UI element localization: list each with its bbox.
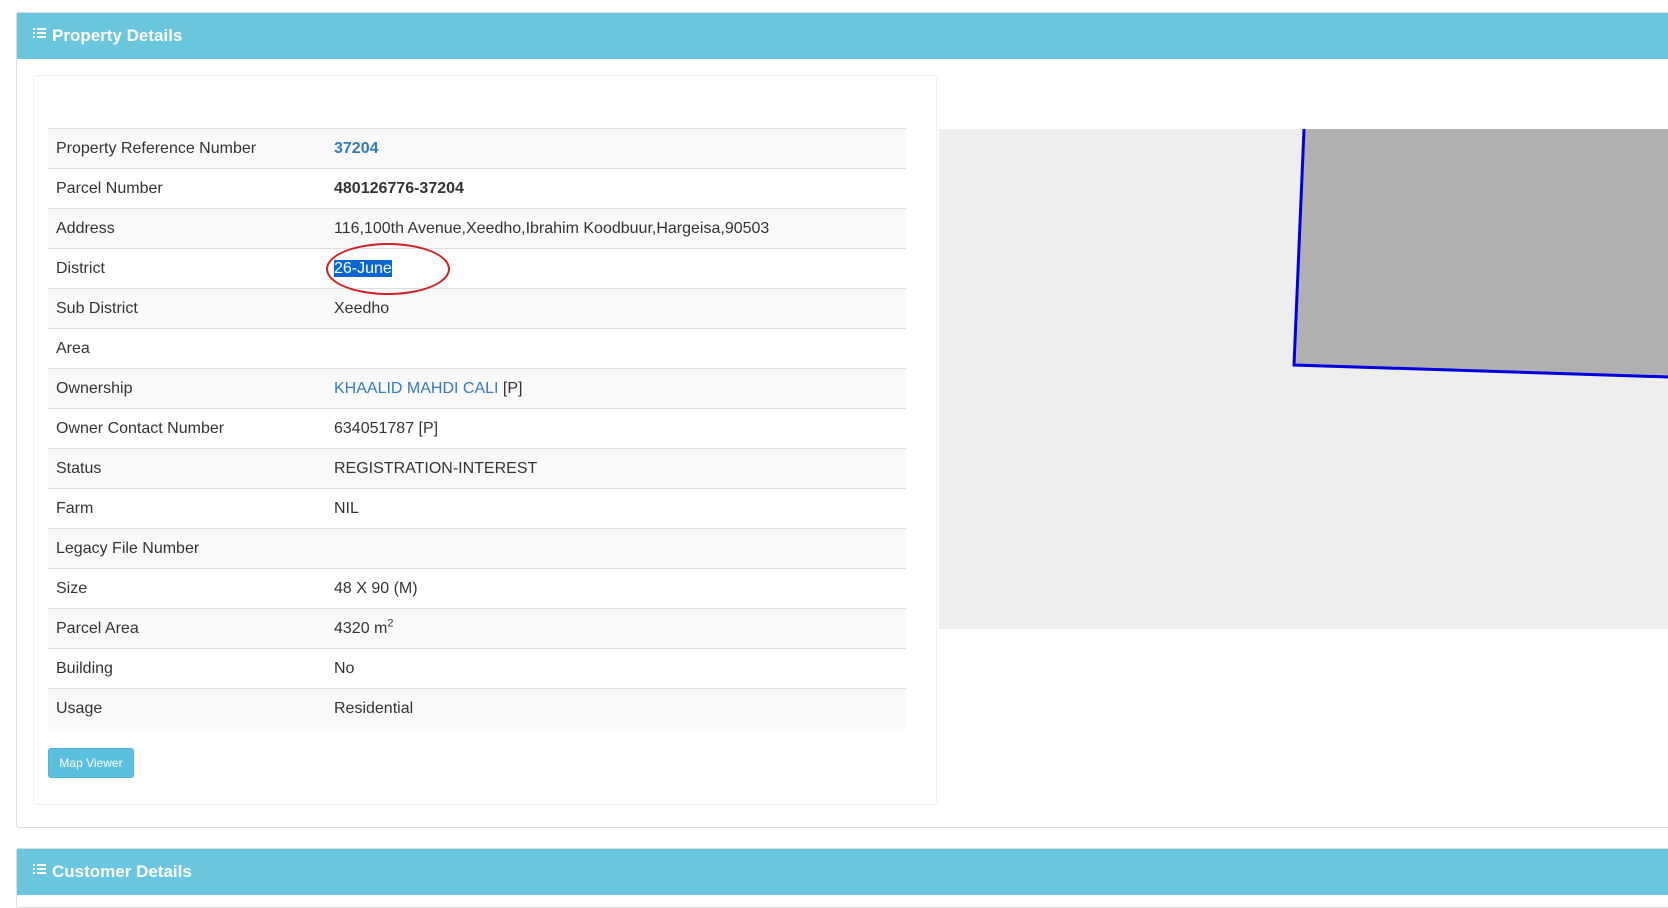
owner-suffix: [P] (498, 379, 523, 397)
customer-details-panel: Customer Details (16, 848, 1668, 908)
list-icon (33, 863, 46, 875)
row-label: Area (48, 328, 326, 369)
property-details-panel: Property Details Property Reference Numb… (16, 12, 1668, 828)
list-icon (33, 27, 46, 39)
row-label: Sub District (48, 288, 326, 329)
row-label: District (48, 248, 326, 289)
parcel-area-exponent: 2 (387, 617, 394, 630)
table-row: Property Reference Number 37204 (48, 128, 906, 169)
row-label: Usage (48, 688, 326, 729)
table-row: Address 116,100th Avenue,Xeedho,Ibrahim … (48, 208, 906, 249)
address-value: 116,100th Avenue,Xeedho,Ibrahim Koodbuur… (326, 208, 906, 249)
parcel-area-value: 4320 m (334, 619, 388, 637)
table-row: Status REGISTRATION-INTEREST (48, 448, 906, 489)
size-value: 48 X 90 (M) (326, 568, 906, 609)
table-row: Legacy File Number (48, 528, 906, 569)
table-row: Farm NIL (48, 488, 906, 529)
table-row: Parcel Number 480126776-37204 (48, 168, 906, 209)
customer-details-heading: Customer Details (17, 849, 1668, 895)
owner-contact-value: 634051787 [P] (326, 408, 906, 449)
table-row: Sub District Xeedho (48, 288, 906, 329)
row-label: Address (48, 208, 326, 249)
table-row: District 26-June (48, 243, 906, 295)
parcel-polygon (1294, 129, 1668, 377)
property-details-heading: Property Details (17, 13, 1668, 59)
parcel-map[interactable] (939, 129, 1668, 629)
row-label: Owner Contact Number (48, 408, 326, 449)
table-row: Size 48 X 90 (M) (48, 568, 906, 609)
legacy-file-value (326, 528, 906, 569)
row-label: Ownership (48, 368, 326, 409)
customer-details-title: Customer Details (52, 862, 192, 881)
farm-value: NIL (326, 488, 906, 529)
property-reference-link[interactable]: 37204 (334, 140, 379, 157)
row-label: Size (48, 568, 326, 609)
area-value (326, 328, 906, 369)
table-row: Ownership KHAALID MAHDI CALI [P] (48, 368, 906, 409)
usage-value: Residential (326, 688, 906, 729)
row-label: Parcel Area (48, 608, 326, 649)
row-label: Building (48, 648, 326, 689)
property-details-title: Property Details (52, 26, 183, 45)
table-row: Building No (48, 648, 906, 689)
row-label: Legacy File Number (48, 528, 326, 569)
status-value: REGISTRATION-INTEREST (326, 448, 906, 489)
district-value: 26-June (334, 259, 392, 277)
row-label: Property Reference Number (48, 128, 326, 169)
building-value: No (326, 648, 906, 689)
row-label: Parcel Number (48, 168, 326, 209)
owner-link[interactable]: KHAALID MAHDI CALI (334, 380, 498, 397)
table-row: Usage Residential (48, 688, 906, 729)
sub-district-value: Xeedho (326, 288, 906, 329)
table-row: Parcel Area 4320 m2 (48, 608, 906, 649)
map-viewer-button[interactable]: Map Viewer (48, 748, 134, 778)
property-details-table: Property Reference Number 37204 Parcel N… (48, 128, 906, 729)
row-label: Farm (48, 488, 326, 529)
table-row: Area (48, 328, 906, 369)
parcel-number-value: 480126776-37204 (326, 168, 906, 209)
table-row: Owner Contact Number 634051787 [P] (48, 408, 906, 449)
row-label: Status (48, 448, 326, 489)
parcel-map-canvas (1292, 129, 1668, 379)
